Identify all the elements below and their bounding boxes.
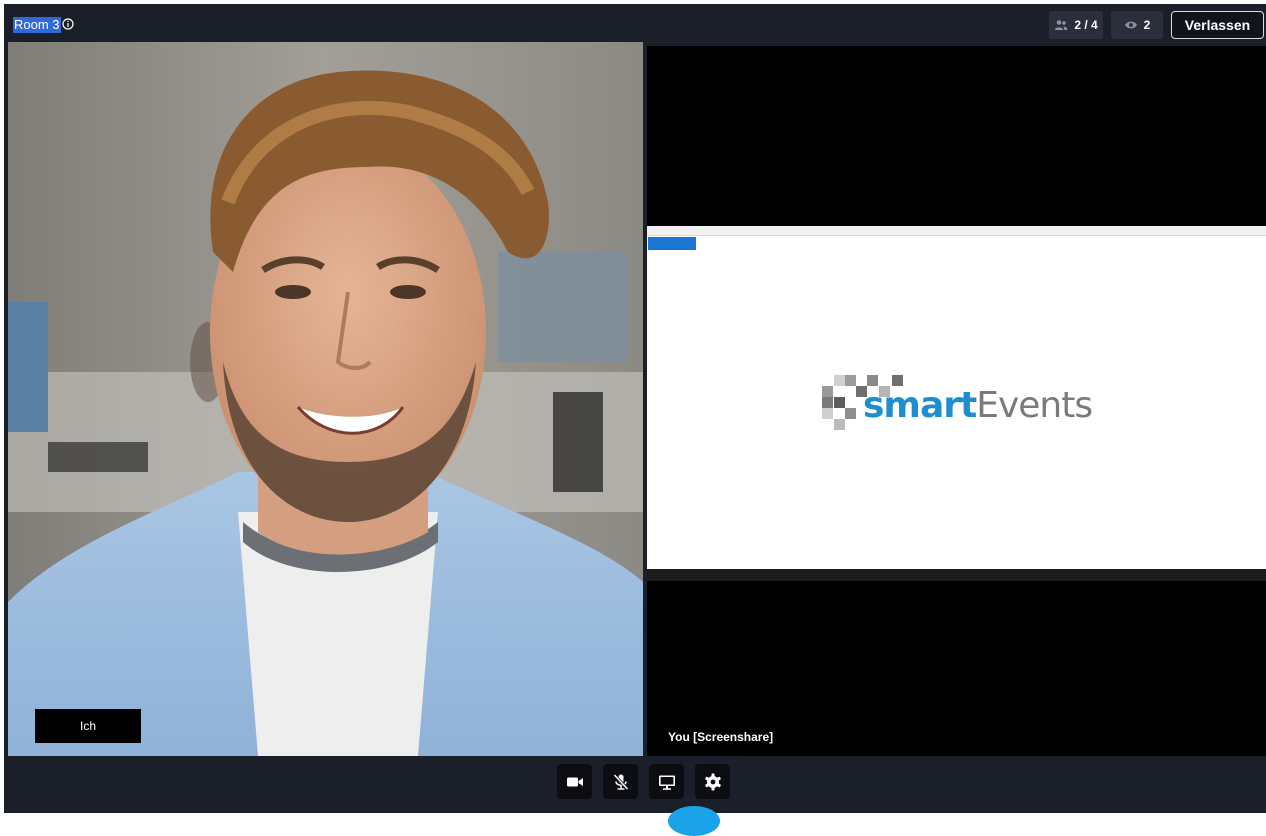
monitor-icon: [658, 775, 675, 790]
shared-taskbar: [647, 569, 1266, 581]
camera-toggle-button[interactable]: [557, 764, 592, 799]
viewers-value: 2: [1143, 18, 1151, 32]
gear-icon: [704, 773, 721, 790]
video-call-app: Room 3 2 / 4 2 Verlassen Ich smartEvents…: [4, 4, 1266, 836]
room-title: Room 3: [13, 17, 61, 33]
logo-events: Events: [976, 385, 1093, 426]
camera-icon: [566, 777, 583, 786]
info-icon[interactable]: [62, 18, 74, 30]
shared-browser-tabstrip: [647, 226, 1266, 236]
screenshare-label: You [Screenshare]: [668, 730, 774, 744]
microphone-toggle-button[interactable]: [603, 764, 638, 799]
shared-toolbar-button: [648, 237, 696, 250]
leave-button[interactable]: Verlassen: [1171, 11, 1264, 39]
participants-count[interactable]: 2 / 4: [1049, 11, 1103, 39]
floating-action-button[interactable]: [668, 806, 720, 836]
participants-value: 2 / 4: [1074, 18, 1098, 32]
mic-muted-icon: [612, 773, 629, 790]
participant-photo: [8, 42, 643, 756]
logo-smart: smart: [863, 385, 977, 426]
shared-screen-content: smartEvents: [647, 226, 1266, 581]
smartevents-logo: smartEvents: [822, 373, 1112, 443]
top-bar: Room 3 2 / 4 2 Verlassen: [4, 4, 1266, 44]
eye-icon: [1124, 21, 1137, 29]
screenshare-toggle-button[interactable]: [649, 764, 684, 799]
settings-button[interactable]: [695, 764, 730, 799]
shared-browser-toolbar: [647, 236, 1266, 251]
call-controls-bar: [4, 756, 1266, 836]
viewers-count[interactable]: 2: [1111, 11, 1163, 39]
screenshare-tile: smartEvents You [Screenshare]: [647, 46, 1266, 756]
participant-name-label: Ich: [35, 709, 141, 743]
people-icon: [1055, 20, 1068, 30]
logo-wordmark: smartEvents: [863, 385, 1093, 426]
local-video-tile: Ich: [8, 42, 643, 756]
